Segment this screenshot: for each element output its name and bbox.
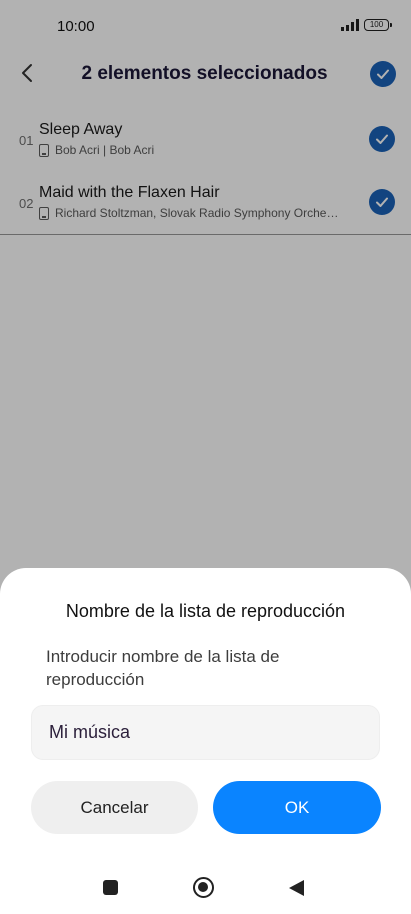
dialog-message: Introducir nombre de la lista de reprodu…: [46, 647, 280, 689]
square-icon[interactable]: [103, 880, 118, 895]
circle-icon[interactable]: [193, 877, 214, 898]
triangle-back-icon[interactable]: [289, 880, 304, 896]
screen: 10:00 100 2 elementos seleccionados 01 S…: [0, 0, 411, 914]
dialog-title: Nombre de la lista de reproducción: [65, 601, 346, 621]
ok-button[interactable]: OK: [213, 781, 381, 834]
cancel-button[interactable]: Cancelar: [31, 781, 198, 834]
navigation-bar: [0, 860, 411, 914]
playlist-name-input[interactable]: [31, 705, 380, 760]
